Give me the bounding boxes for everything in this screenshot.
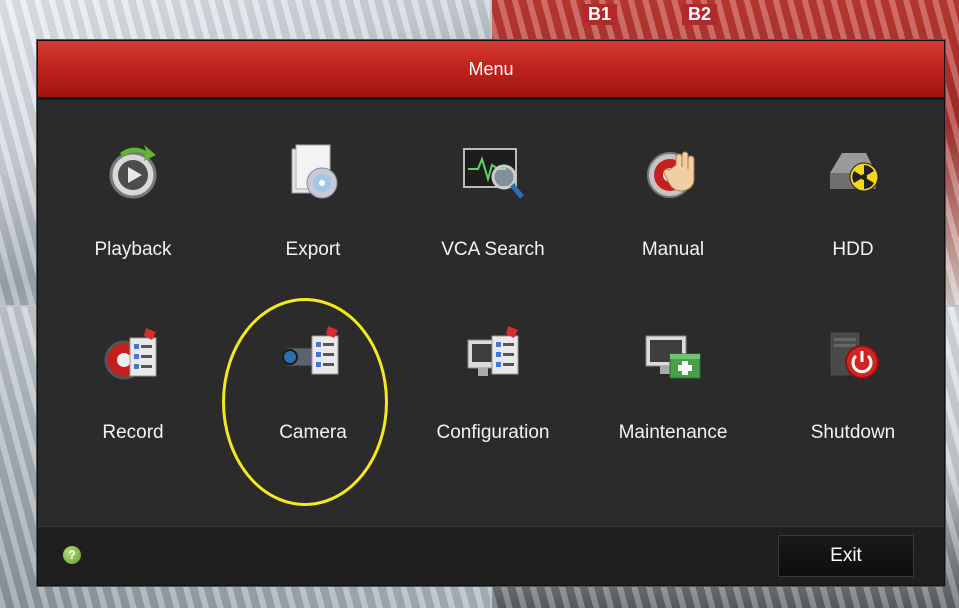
record-icon <box>100 322 166 388</box>
menu-item-label: Shutdown <box>810 422 896 443</box>
menu-footer: ? Exit <box>38 526 944 585</box>
menu-title: Menu <box>38 41 944 100</box>
menu-item-maintenance[interactable]: Maintenance <box>583 284 763 443</box>
configuration-icon <box>460 322 526 388</box>
menu-item-shutdown[interactable]: Shutdown <box>763 284 943 443</box>
menu-item-label: VCA Search <box>441 239 545 260</box>
vca-search-icon <box>460 139 526 205</box>
menu-item-label: Export <box>285 239 341 260</box>
menu-item-label: Manual <box>641 239 705 260</box>
menu-item-export[interactable]: Export <box>223 101 403 260</box>
maintenance-icon <box>640 322 706 388</box>
menu-item-camera[interactable]: Camera <box>223 284 403 443</box>
camera-icon <box>280 322 346 388</box>
playback-icon <box>100 139 166 205</box>
menu-item-record[interactable]: Record <box>43 284 223 443</box>
menu-item-label: Playback <box>94 239 172 260</box>
export-icon <box>280 139 346 205</box>
manual-icon <box>640 139 706 205</box>
menu-item-label: HDD <box>832 239 874 260</box>
gate-label: B1 <box>582 4 618 25</box>
exit-button[interactable]: Exit <box>778 535 914 577</box>
gate-label: B2 <box>682 4 718 25</box>
menu-item-hdd[interactable]: HDD <box>763 101 943 260</box>
menu-item-label: Configuration <box>436 422 550 443</box>
menu-item-playback[interactable]: Playback <box>43 101 223 260</box>
menu-item-configuration[interactable]: Configuration <box>403 284 583 443</box>
menu-item-manual[interactable]: Manual <box>583 101 763 260</box>
menu-item-label: Record <box>102 422 164 443</box>
hdd-icon <box>820 139 886 205</box>
shutdown-icon <box>820 322 886 388</box>
menu-item-vca-search[interactable]: VCA Search <box>403 101 583 260</box>
menu-item-label: Maintenance <box>618 422 728 443</box>
main-menu-dialog: Menu Playback Export VCA Search Manual H… <box>37 40 945 586</box>
help-icon[interactable]: ? <box>63 546 81 564</box>
menu-item-label: Camera <box>279 422 347 443</box>
